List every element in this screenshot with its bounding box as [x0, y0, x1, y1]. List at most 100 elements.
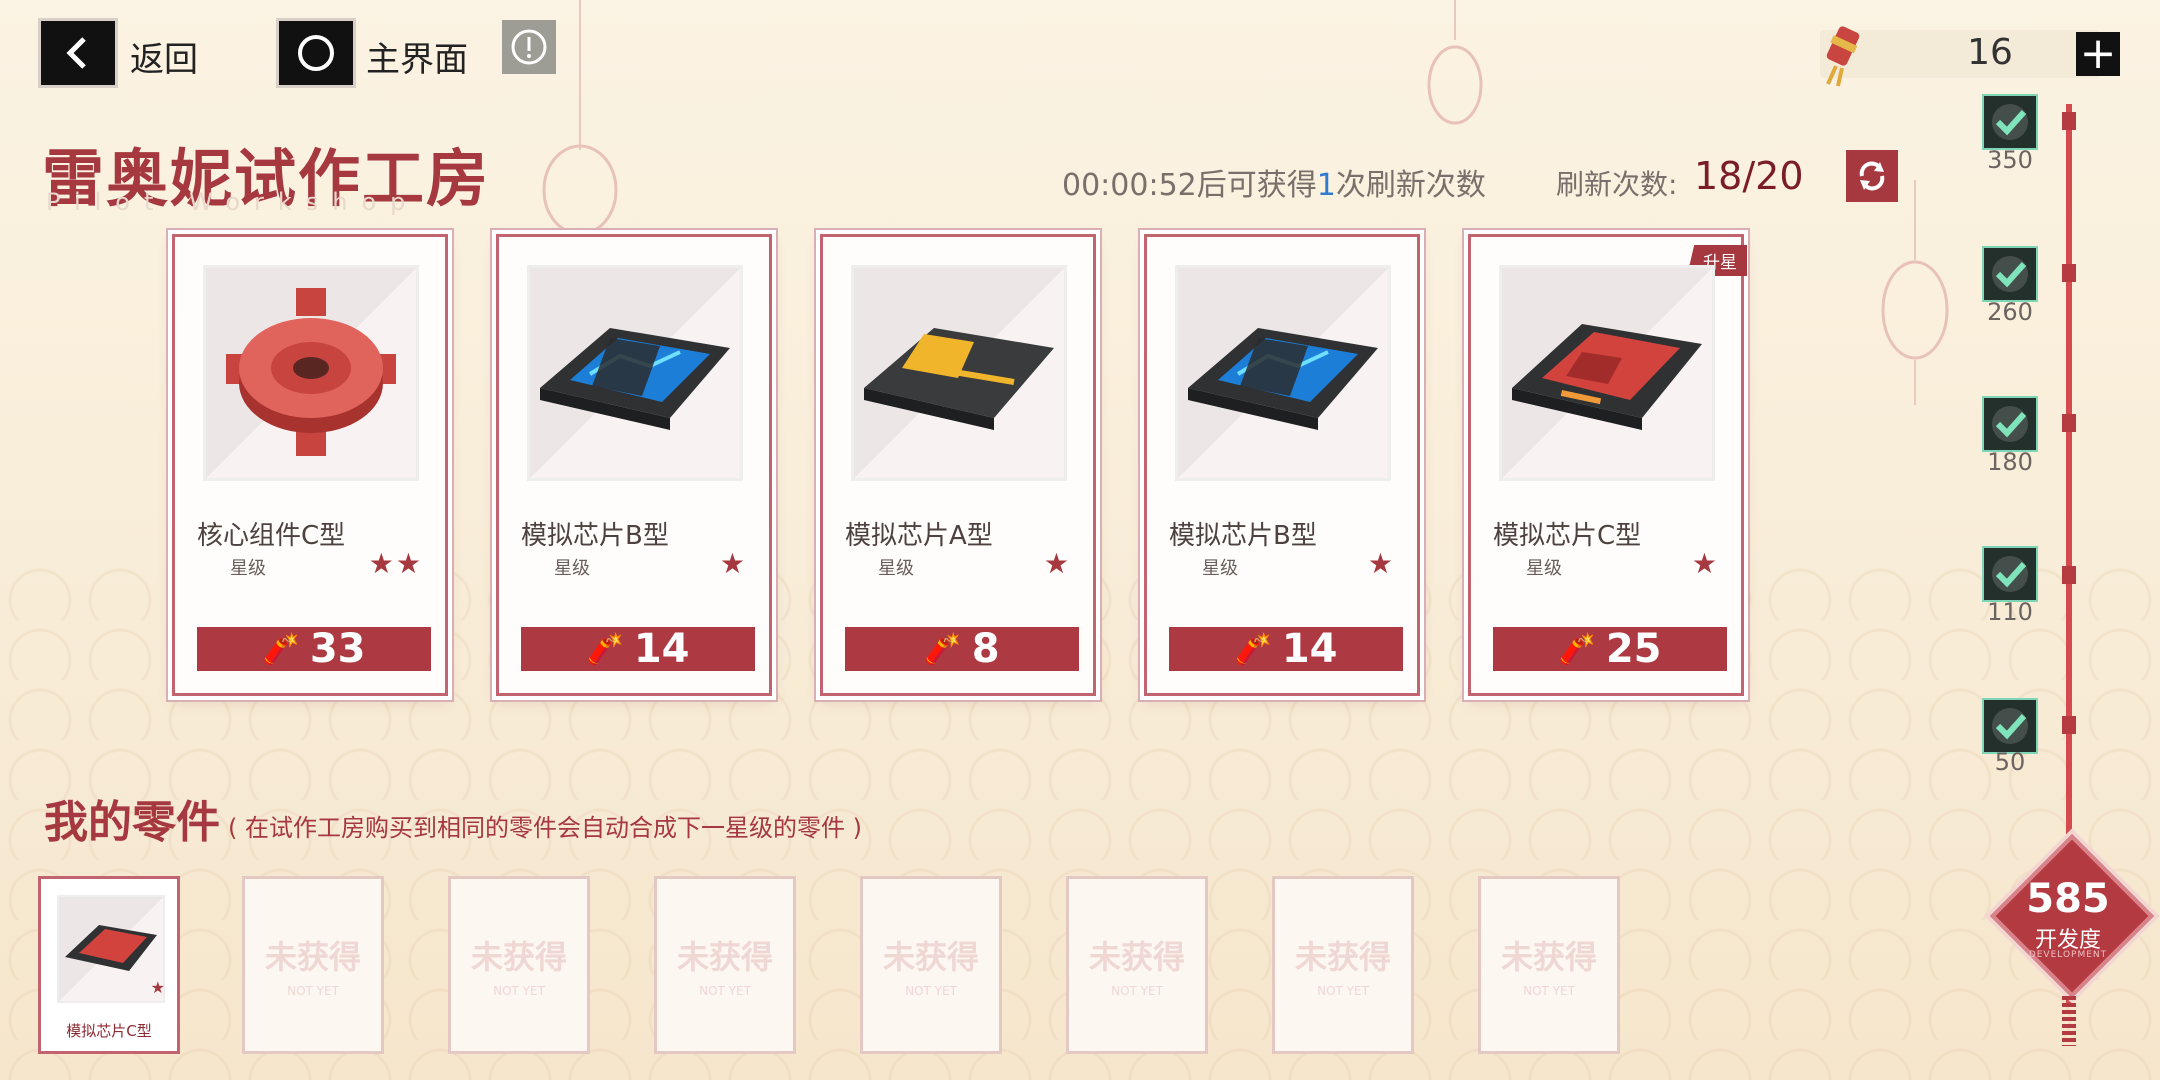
home-label[interactable]: 主界面 — [366, 32, 468, 81]
not-obtained-label: 未获得 — [1500, 938, 1597, 976]
item-price: 8 — [971, 626, 1000, 672]
shop-item-card[interactable]: 模拟芯片B型 星级 ★ 🧨 14 — [496, 234, 772, 696]
shop-item-card[interactable]: 升星 模拟芯片C型 星级 ★ 🧨 25 — [1468, 234, 1747, 696]
lantern-decoration-icon — [1427, 0, 1483, 125]
not-obtained-label: 未获得 — [470, 938, 567, 976]
refresh-label: 刷新次数: — [1556, 168, 1678, 201]
timer-suffix: 次刷新次数 — [1335, 168, 1486, 203]
firecracker-coin-icon — [1826, 26, 1860, 87]
shop-item-card[interactable]: 模拟芯片A型 星级 ★ 🧨 8 — [820, 234, 1096, 696]
chip-c-icon — [65, 925, 157, 971]
buy-price-button[interactable]: 🧨 14 — [1169, 626, 1403, 672]
part-slot-owned[interactable]: ★ 模拟芯片C型 — [38, 876, 180, 1054]
refresh-icon — [1859, 161, 1885, 191]
back-button[interactable] — [38, 18, 118, 88]
item-price: 14 — [1281, 626, 1338, 672]
firecracker-coin-icon: 🧨 — [1234, 631, 1272, 667]
chevron-left-icon — [66, 37, 86, 69]
buy-price-button[interactable]: 🧨 33 — [197, 626, 431, 672]
my-parts-title: 我的零件 — [44, 797, 220, 848]
item-image — [851, 265, 1067, 481]
star-label: 星级 — [230, 558, 266, 579]
star-label: 星级 — [878, 558, 914, 579]
rail-node — [2062, 566, 2076, 584]
part-slot-empty: 未获得 NOT YET — [1272, 876, 1414, 1054]
chip-c-icon — [1512, 324, 1702, 430]
milestone-reward-button[interactable] — [1982, 698, 2038, 754]
milestone-reward-button[interactable] — [1982, 546, 2038, 602]
milestone-reward-button[interactable] — [1982, 94, 2038, 150]
back-label[interactable]: 返回 — [130, 32, 198, 81]
part-stars: ★ — [150, 978, 165, 997]
timer-time: 00:00:52 — [1062, 168, 1197, 203]
item-stars: ★ — [1043, 547, 1071, 580]
rail-node — [2062, 112, 2076, 130]
page-subtitle-en: Pilot Workshop — [46, 188, 420, 216]
firecracker-coin-icon: 🧨 — [586, 631, 624, 667]
milestone-reward-button[interactable] — [1982, 396, 2038, 452]
refresh-count: 18/20 — [1694, 154, 1804, 198]
firecracker-coin-icon: 🧨 — [924, 631, 962, 667]
checkmark-icon — [1992, 406, 2028, 442]
part-thumbnail — [57, 895, 165, 1003]
star-label: 星级 — [1526, 558, 1562, 579]
not-obtained-label-en: NOT YET — [493, 984, 545, 998]
milestone-label: 50 — [1994, 748, 2026, 776]
tassel-decoration — [2062, 996, 2076, 1046]
not-obtained-label-en: NOT YET — [699, 984, 751, 998]
refresh-button[interactable] — [1846, 150, 1898, 202]
item-stars: ★ — [1367, 547, 1395, 580]
development-label-en: DEVELOPMENT — [2028, 950, 2108, 960]
lantern-decoration-icon — [1881, 180, 1949, 405]
home-button[interactable] — [276, 18, 356, 88]
info-button[interactable] — [502, 20, 556, 74]
development-value: 585 — [2026, 876, 2110, 922]
firecracker-coin-icon: 🧨 — [1558, 631, 1596, 667]
not-obtained-label: 未获得 — [882, 938, 979, 976]
chip-a-icon — [864, 328, 1054, 430]
not-obtained-label: 未获得 — [1294, 938, 1391, 976]
item-stars: ★★ — [368, 547, 423, 580]
timer-mid-text: 后可获得 — [1196, 168, 1317, 203]
part-slot-empty: 未获得 NOT YET — [1066, 876, 1208, 1054]
buy-price-button[interactable]: 🧨 25 — [1493, 626, 1727, 672]
checkmark-icon — [1992, 708, 2028, 744]
item-stars: ★ — [1691, 547, 1719, 580]
checkmark-icon — [1992, 256, 2028, 292]
not-obtained-label-en: NOT YET — [287, 984, 339, 998]
timer-count: 1 — [1316, 168, 1336, 203]
milestone-reward-button[interactable] — [1982, 246, 2038, 302]
chip-b-icon — [540, 328, 730, 430]
buy-price-button[interactable]: 🧨 14 — [521, 626, 755, 672]
refresh-timer-text: 00:00:52后可获得1次刷新次数 — [1062, 160, 1486, 204]
item-image — [1499, 265, 1715, 481]
not-obtained-label: 未获得 — [264, 938, 361, 976]
milestone-label: 260 — [1987, 298, 2033, 326]
shop-item-card[interactable]: 核心组件C型 星级 ★★ 🧨 33 — [172, 234, 448, 696]
item-name: 模拟芯片C型 — [1493, 521, 1642, 551]
not-obtained-label-en: NOT YET — [905, 984, 957, 998]
shop-item-card[interactable]: 模拟芯片B型 星级 ★ 🧨 14 — [1144, 234, 1420, 696]
not-obtained-label-en: NOT YET — [1111, 984, 1163, 998]
part-slot-empty: 未获得 NOT YET — [242, 876, 384, 1054]
item-name: 模拟芯片A型 — [845, 521, 993, 551]
not-obtained-label: 未获得 — [676, 938, 773, 976]
item-name: 模拟芯片B型 — [1169, 521, 1317, 551]
chip-b-icon — [1188, 328, 1378, 430]
not-obtained-label-en: NOT YET — [1523, 984, 1575, 998]
buy-price-button[interactable]: 🧨 8 — [845, 626, 1079, 672]
item-name: 模拟芯片B型 — [521, 521, 669, 551]
item-price: 33 — [309, 626, 366, 672]
my-parts-note: ( 在试作工房购买到相同的零件会自动合成下一星级的零件 ) — [228, 814, 862, 842]
item-price: 14 — [633, 626, 690, 672]
rail-node — [2062, 716, 2076, 734]
part-slot-empty: 未获得 NOT YET — [448, 876, 590, 1054]
part-slot-empty: 未获得 NOT YET — [654, 876, 796, 1054]
item-name: 核心组件C型 — [197, 521, 346, 551]
checkmark-icon — [1992, 556, 2028, 592]
plus-icon: + — [2079, 28, 2117, 79]
add-currency-button[interactable]: + — [2076, 32, 2120, 76]
part-slot-empty: 未获得 NOT YET — [860, 876, 1002, 1054]
star-label: 星级 — [1202, 558, 1238, 579]
rail-node — [2062, 414, 2076, 432]
